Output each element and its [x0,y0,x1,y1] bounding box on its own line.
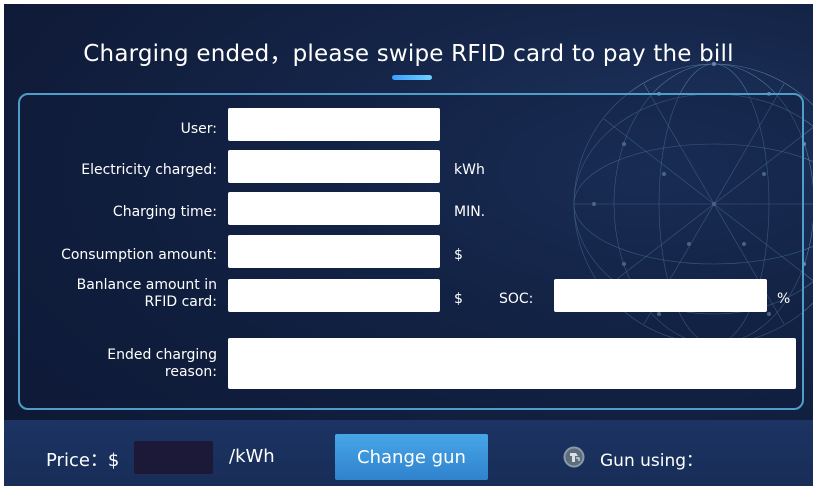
balance-label: Banlance amount in RFID card: [77,277,217,311]
electricity-unit: kWh [454,162,485,178]
reason-label-line1: Ended charging [107,347,217,363]
user-label: User: [180,121,217,137]
balance-unit: $ [454,291,463,307]
user-field[interactable] [228,108,440,141]
consumption-field[interactable] [228,235,440,268]
charging-gun-icon [563,446,585,468]
gun-using-label: Gun using： [600,451,704,471]
charging-time-field[interactable] [228,192,440,225]
charging-time-label: Charging time: [112,204,217,220]
balance-label-line1: Banlance amount in [76,277,217,293]
reason-label: Ended charging reason: [107,347,217,381]
electricity-label: Electricity charged: [81,162,217,178]
price-unit: /kWh [229,446,275,467]
balance-label-line2: RFID card: [144,294,217,310]
page-title: Charging ended，please swipe RFID card to… [83,41,734,67]
title-underline [392,75,432,80]
charging-ended-screen: Charging ended，please swipe RFID card to… [4,4,813,486]
soc-label: SOC: [499,291,534,307]
soc-unit: % [777,291,791,307]
consumption-label: Consumption amount: [61,247,217,263]
charging-time-unit: MIN. [454,204,486,220]
soc-field[interactable] [554,279,767,312]
reason-field[interactable] [228,338,796,389]
price-field[interactable] [134,441,213,474]
change-gun-button[interactable]: Change gun [335,434,488,480]
consumption-unit: $ [454,247,463,263]
electricity-field[interactable] [228,150,440,183]
reason-label-line2: reason: [164,364,217,380]
price-label: Price：$ [46,450,120,471]
balance-field[interactable] [228,279,440,312]
